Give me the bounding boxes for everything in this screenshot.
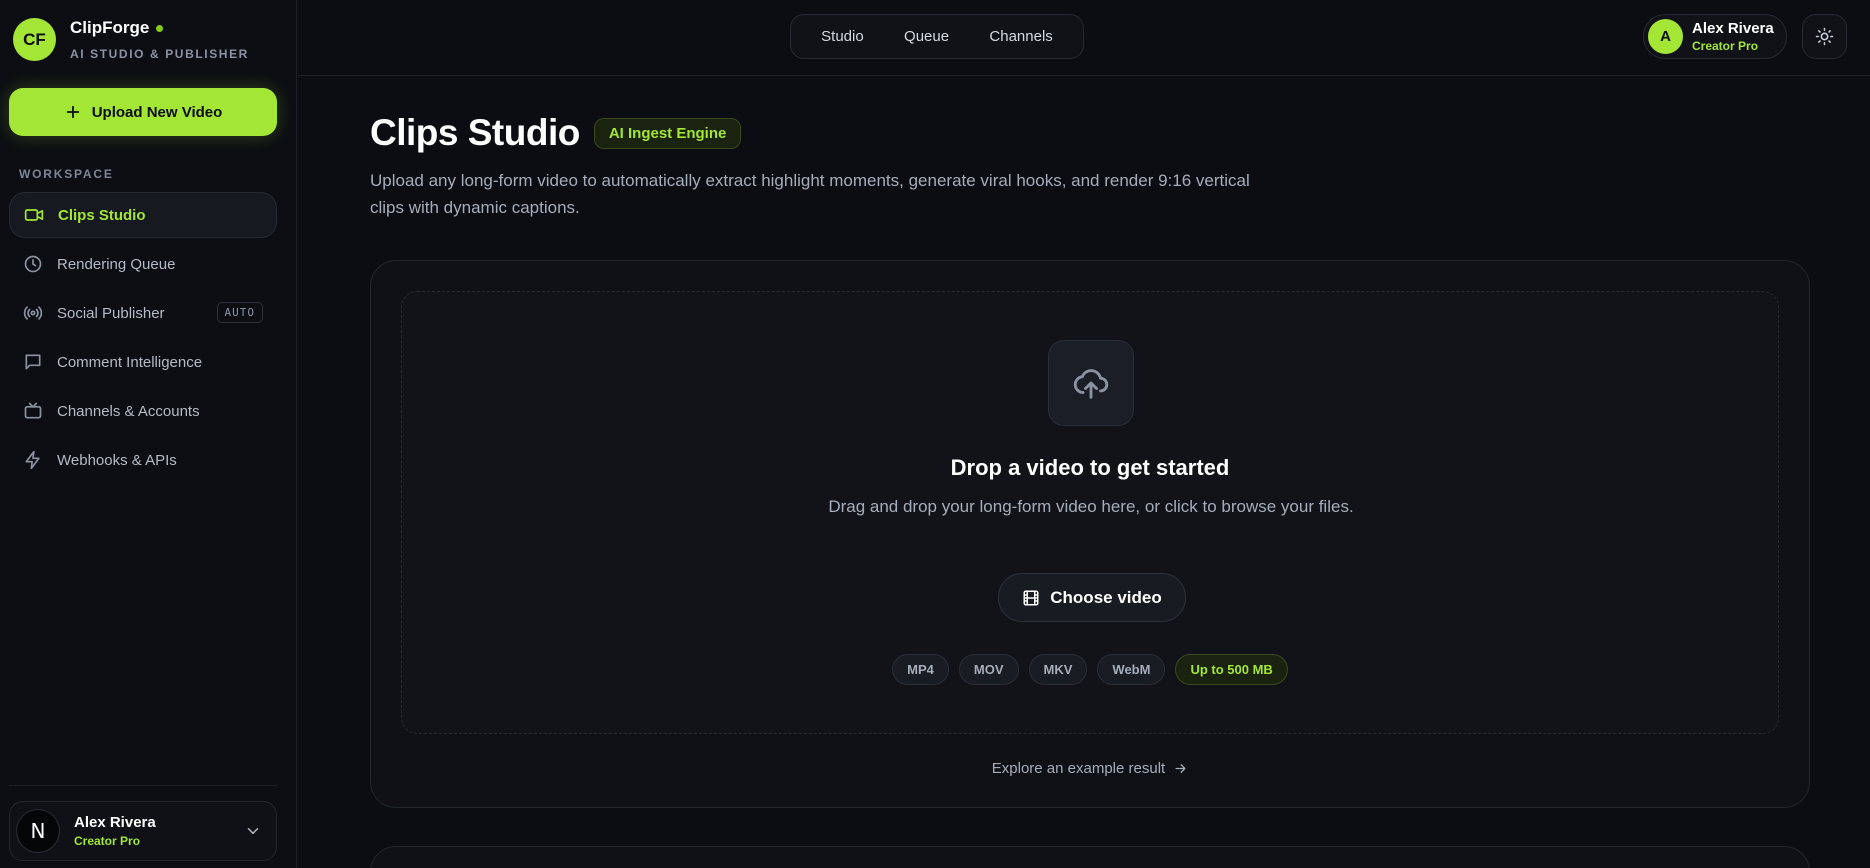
format-chip: WebM bbox=[1097, 654, 1166, 685]
app-root: CF ClipForge AI STUDIO & PUBLISHER Uploa… bbox=[0, 0, 1870, 868]
top-bar: Studio Queue Channels A Alex Rivera Crea… bbox=[298, 0, 1870, 76]
online-status-dot bbox=[156, 24, 164, 32]
sidebar-nav: Clips Studio Rendering Queue Social Publ… bbox=[9, 192, 277, 486]
upload-card: Drop a video to get started Drag and dro… bbox=[370, 260, 1810, 808]
dropzone-text: Drag and drop your long-form video here,… bbox=[828, 497, 1354, 516]
brand-subtitle: AI STUDIO & PUBLISHER bbox=[70, 47, 249, 61]
sidebar-item-comment-intelligence[interactable]: Comment Intelligence bbox=[9, 339, 277, 385]
ai-ingest-engine-badge: AI Ingest Engine bbox=[593, 117, 742, 149]
clock-icon bbox=[23, 254, 43, 274]
choose-video-button[interactable]: Choose video bbox=[998, 573, 1186, 622]
page-header: Clips Studio AI Ingest Engine bbox=[370, 112, 742, 154]
sidebar-item-label: Clips Studio bbox=[58, 206, 146, 224]
sidebar-divider bbox=[9, 785, 277, 786]
sidebar-item-rendering-queue[interactable]: Rendering Queue bbox=[9, 241, 277, 287]
page-title: Clips Studio bbox=[370, 112, 580, 153]
size-limit-chip: Up to 500 MB bbox=[1175, 654, 1288, 685]
sidebar-item-label: Webhooks & APIs bbox=[57, 451, 177, 469]
top-nav-channels[interactable]: Channels bbox=[977, 28, 1064, 45]
video-dropzone[interactable]: Drop a video to get started Drag and dro… bbox=[401, 291, 1779, 734]
brand-name: ClipForge bbox=[70, 18, 150, 37]
sidebar-item-label: Channels & Accounts bbox=[57, 402, 200, 420]
format-chip: MOV bbox=[958, 654, 1019, 685]
sidebar: CF ClipForge AI STUDIO & PUBLISHER Uploa… bbox=[0, 0, 297, 868]
plus-icon bbox=[66, 105, 79, 119]
upload-new-video-button[interactable]: Upload New Video bbox=[9, 88, 277, 136]
sidebar-item-label: Rendering Queue bbox=[57, 255, 176, 273]
brand-logo: CF bbox=[13, 18, 56, 61]
cloud-upload-icon bbox=[1048, 340, 1134, 426]
chevron-down-icon bbox=[247, 828, 259, 834]
supported-formats: MP4 MOV MKV WebM Up to 500 MB bbox=[402, 654, 1778, 685]
zap-icon bbox=[23, 450, 43, 470]
broadcast-icon bbox=[23, 303, 43, 323]
brand[interactable]: CF ClipForge AI STUDIO & PUBLISHER bbox=[13, 18, 249, 61]
sidebar-item-clips-studio[interactable]: Clips Studio bbox=[9, 192, 277, 238]
theme-toggle-button[interactable] bbox=[1802, 14, 1847, 59]
message-square-icon bbox=[23, 352, 43, 372]
sidebar-item-social-publisher[interactable]: Social Publisher AUTO bbox=[9, 290, 277, 336]
user-account-menu[interactable]: N Alex Rivera Creator Pro bbox=[9, 801, 277, 861]
page-description: Upload any long-form video to automatica… bbox=[370, 171, 1250, 217]
top-user-name: Alex Rivera bbox=[1692, 20, 1774, 37]
sun-icon bbox=[1815, 27, 1834, 46]
video-camera-icon bbox=[24, 205, 44, 225]
dropzone-title: Drop a video to get started bbox=[950, 455, 1230, 480]
sidebar-item-webhooks-apis[interactable]: Webhooks & APIs bbox=[9, 437, 277, 483]
film-icon bbox=[1023, 590, 1039, 605]
sidebar-item-label: Social Publisher bbox=[57, 304, 165, 322]
top-user-plan: Creator Pro bbox=[1692, 39, 1759, 53]
upload-button-label: Upload New Video bbox=[91, 103, 223, 121]
avatar: N bbox=[16, 809, 60, 853]
user-plan: Creator Pro bbox=[74, 834, 141, 848]
explore-example-label: Explore an example result bbox=[991, 760, 1166, 777]
avatar: A bbox=[1648, 19, 1683, 54]
sidebar-item-channels-accounts[interactable]: Channels & Accounts bbox=[9, 388, 277, 434]
auto-badge: AUTO bbox=[216, 302, 263, 323]
top-nav: Studio Queue Channels bbox=[790, 14, 1084, 59]
sidebar-item-label: Comment Intelligence bbox=[57, 353, 203, 371]
top-user-profile[interactable]: A Alex Rivera Creator Pro bbox=[1643, 14, 1787, 59]
tv-icon bbox=[23, 401, 43, 421]
secondary-card bbox=[370, 846, 1810, 868]
arrow-right-icon bbox=[1175, 764, 1186, 773]
choose-video-label: Choose video bbox=[1050, 587, 1162, 607]
explore-example-link[interactable]: Explore an example result bbox=[371, 760, 1809, 777]
format-chip: MKV bbox=[1028, 654, 1088, 685]
top-nav-studio[interactable]: Studio bbox=[809, 28, 876, 45]
format-chip: MP4 bbox=[892, 654, 949, 685]
workspace-section-label: WORKSPACE bbox=[19, 167, 114, 181]
top-nav-queue[interactable]: Queue bbox=[892, 28, 961, 45]
user-name: Alex Rivera bbox=[74, 814, 156, 831]
